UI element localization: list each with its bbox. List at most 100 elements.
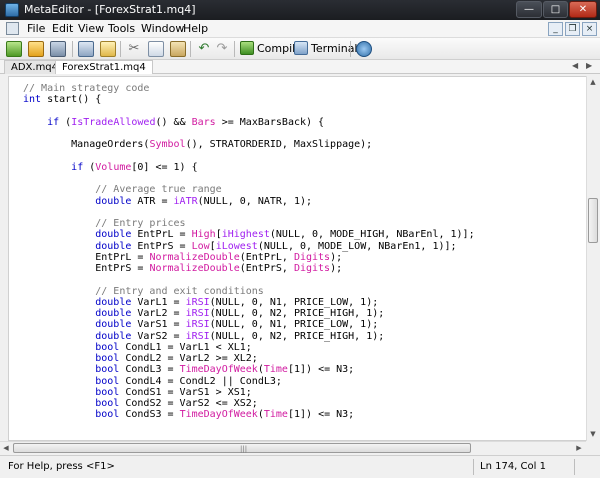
horizontal-scrollbar[interactable]: ◀ ||| ▶ — [0, 441, 586, 454]
code-line[interactable]: double ATR = iATR(NULL, 0, NATR, 1); — [23, 196, 475, 207]
code-line[interactable]: EntPrS = NormalizeDouble(EntPrS, Digits)… — [23, 263, 475, 274]
code-line[interactable]: EntPrL = NormalizeDouble(EntPrL, Digits)… — [23, 252, 475, 263]
horizontal-scroll-thumb[interactable]: ||| — [13, 443, 471, 453]
code-token: ); — [330, 251, 343, 263]
code-token: EntPrL = — [131, 229, 192, 241]
save-icon[interactable] — [50, 41, 66, 57]
code-line[interactable]: double VarS2 = iRSI(NULL, 0, N2, PRICE_H… — [23, 331, 475, 342]
code-token: IsTradeAllowed — [71, 116, 156, 128]
code-line[interactable]: if (Volume[0] <= 1) { — [23, 162, 475, 173]
code-line[interactable]: // Main strategy code — [23, 83, 475, 94]
scroll-down-icon[interactable]: ▼ — [587, 428, 599, 440]
menu-view[interactable]: View — [78, 22, 104, 35]
code-line[interactable]: // Entry and exit conditions — [23, 286, 475, 297]
menu-help[interactable]: Help — [183, 22, 208, 35]
undo-icon[interactable]: ↶ — [196, 41, 212, 57]
code-line[interactable]: double VarL1 = iRSI(NULL, 0, N1, PRICE_L… — [23, 297, 475, 308]
code-line[interactable] — [23, 173, 475, 184]
code-line[interactable]: ManageOrders(Symbol(), STRATORDERID, Max… — [23, 139, 475, 150]
menu-file[interactable]: File — [27, 22, 45, 35]
mdi-restore-button[interactable]: ❐ — [565, 22, 580, 36]
redo-icon[interactable]: ↷ — [214, 41, 230, 57]
metaeditor-app-icon — [5, 3, 19, 17]
code-line[interactable] — [23, 274, 475, 285]
toolbar: ✂ ↶ ↷ Compile Terminal — [0, 38, 600, 60]
book-icon[interactable] — [100, 41, 116, 57]
menu-window[interactable]: Window — [141, 22, 184, 35]
code-line[interactable] — [23, 106, 475, 117]
code-line[interactable]: double VarS1 = iRSI(NULL, 0, N1, PRICE_L… — [23, 319, 475, 330]
code-line[interactable] — [23, 207, 475, 218]
tab-scroll-left-icon[interactable]: ◀ — [572, 61, 578, 70]
code-line[interactable]: double EntPrS = Low[iLowest(NULL, 0, MOD… — [23, 241, 475, 252]
code-token: double — [95, 330, 132, 342]
document-icon[interactable] — [6, 22, 19, 35]
code-token: Digits — [293, 263, 331, 274]
compile-button[interactable]: Compile — [240, 41, 302, 57]
cursor-position: Ln 174, Col 1 — [480, 461, 546, 472]
code-token: double — [95, 240, 132, 252]
code-line[interactable]: bool CondL4 = CondL2 || CondL3; — [23, 376, 475, 387]
cut-icon[interactable]: ✂ — [126, 41, 142, 57]
new-file-icon[interactable] — [6, 41, 22, 57]
code-line[interactable] — [23, 151, 475, 162]
code-token: Bars — [191, 116, 216, 128]
code-token: ); — [330, 263, 343, 274]
open-folder-icon[interactable] — [28, 41, 44, 57]
code-line[interactable]: double EntPrL = High[iHighest(NULL, 0, M… — [23, 229, 474, 241]
code-token: bool — [95, 353, 120, 364]
code-line[interactable]: if (IsTradeAllowed() && Bars >= MaxBarsB… — [23, 117, 475, 128]
copy-icon[interactable] — [148, 41, 164, 57]
code-token: Time — [263, 409, 288, 421]
code-token: iHighest — [221, 229, 270, 241]
scroll-up-icon[interactable]: ▲ — [587, 76, 599, 88]
code-token: EntPrS = — [131, 240, 192, 252]
code-line[interactable]: bool CondS1 = VarS1 > XS1; — [23, 387, 475, 398]
close-button[interactable]: ✕ — [569, 1, 597, 18]
code-token: // Average true range — [95, 184, 222, 196]
code-line[interactable]: double VarL2 = iRSI(NULL, 0, N2, PRICE_H… — [23, 308, 475, 319]
code-token: EntPrL = — [23, 251, 150, 263]
compile-icon — [240, 41, 254, 55]
code-line[interactable]: bool CondL3 = TimeDayOfWeek(Time[1]) <= … — [23, 364, 475, 375]
vertical-scrollbar[interactable]: ▲ ▼ — [586, 76, 599, 441]
code-token: (NULL, 0, NATR, 1); — [197, 195, 313, 207]
code-line[interactable]: // Average true range — [23, 184, 475, 195]
paste-icon[interactable] — [170, 41, 186, 57]
code-token: double — [95, 195, 132, 207]
code-line[interactable]: bool CondL2 = VarL2 >= XL2; — [23, 353, 475, 364]
tab-forexstrat1[interactable]: ForexStrat1.mq4 — [55, 60, 153, 74]
code-token: (NULL, 0, N1, PRICE_LOW, 1); — [209, 296, 379, 308]
help-icon[interactable] — [356, 41, 372, 57]
minimize-button[interactable]: — — [516, 1, 542, 18]
code-token: CondS2 = VarS2 <= XS2; — [119, 398, 258, 409]
maximize-button[interactable]: □ — [543, 1, 568, 18]
menu-tools[interactable]: Tools — [108, 22, 135, 35]
code-editor[interactable]: // Main strategy code int start() { if (I… — [8, 76, 587, 441]
code-line[interactable] — [23, 128, 475, 139]
terminal-button[interactable]: Terminal — [294, 41, 358, 57]
vertical-scroll-thumb[interactable] — [588, 198, 598, 243]
code-line[interactable]: bool CondS3 = TimeDayOfWeek(Time[1]) <= … — [23, 409, 475, 420]
code-token: Time — [263, 364, 288, 376]
status-bar: For Help, press <F1> Ln 174, Col 1 — [0, 455, 600, 478]
menu-edit[interactable]: Edit — [52, 22, 73, 35]
code-content[interactable]: // Main strategy code int start() { if (I… — [23, 83, 475, 421]
navigator-icon[interactable] — [78, 41, 94, 57]
code-line[interactable]: bool CondS2 = VarS2 <= XS2; — [23, 398, 475, 409]
mdi-minimize-button[interactable]: _ — [548, 22, 563, 36]
tab-scroll-right-icon[interactable]: ▶ — [586, 61, 592, 70]
code-line[interactable]: int start() { — [23, 94, 475, 105]
scroll-right-icon[interactable]: ▶ — [573, 442, 585, 454]
code-token: // Entry and exit conditions — [95, 285, 264, 297]
toolbar-separator — [234, 41, 235, 57]
scroll-left-icon[interactable]: ◀ — [0, 442, 12, 454]
code-token: CondL3 = — [119, 364, 180, 376]
code-line[interactable]: bool CondL1 = VarL1 < XL1; — [23, 342, 475, 353]
code-line[interactable]: // Entry prices — [23, 218, 475, 229]
mdi-close-button[interactable]: × — [582, 22, 597, 36]
